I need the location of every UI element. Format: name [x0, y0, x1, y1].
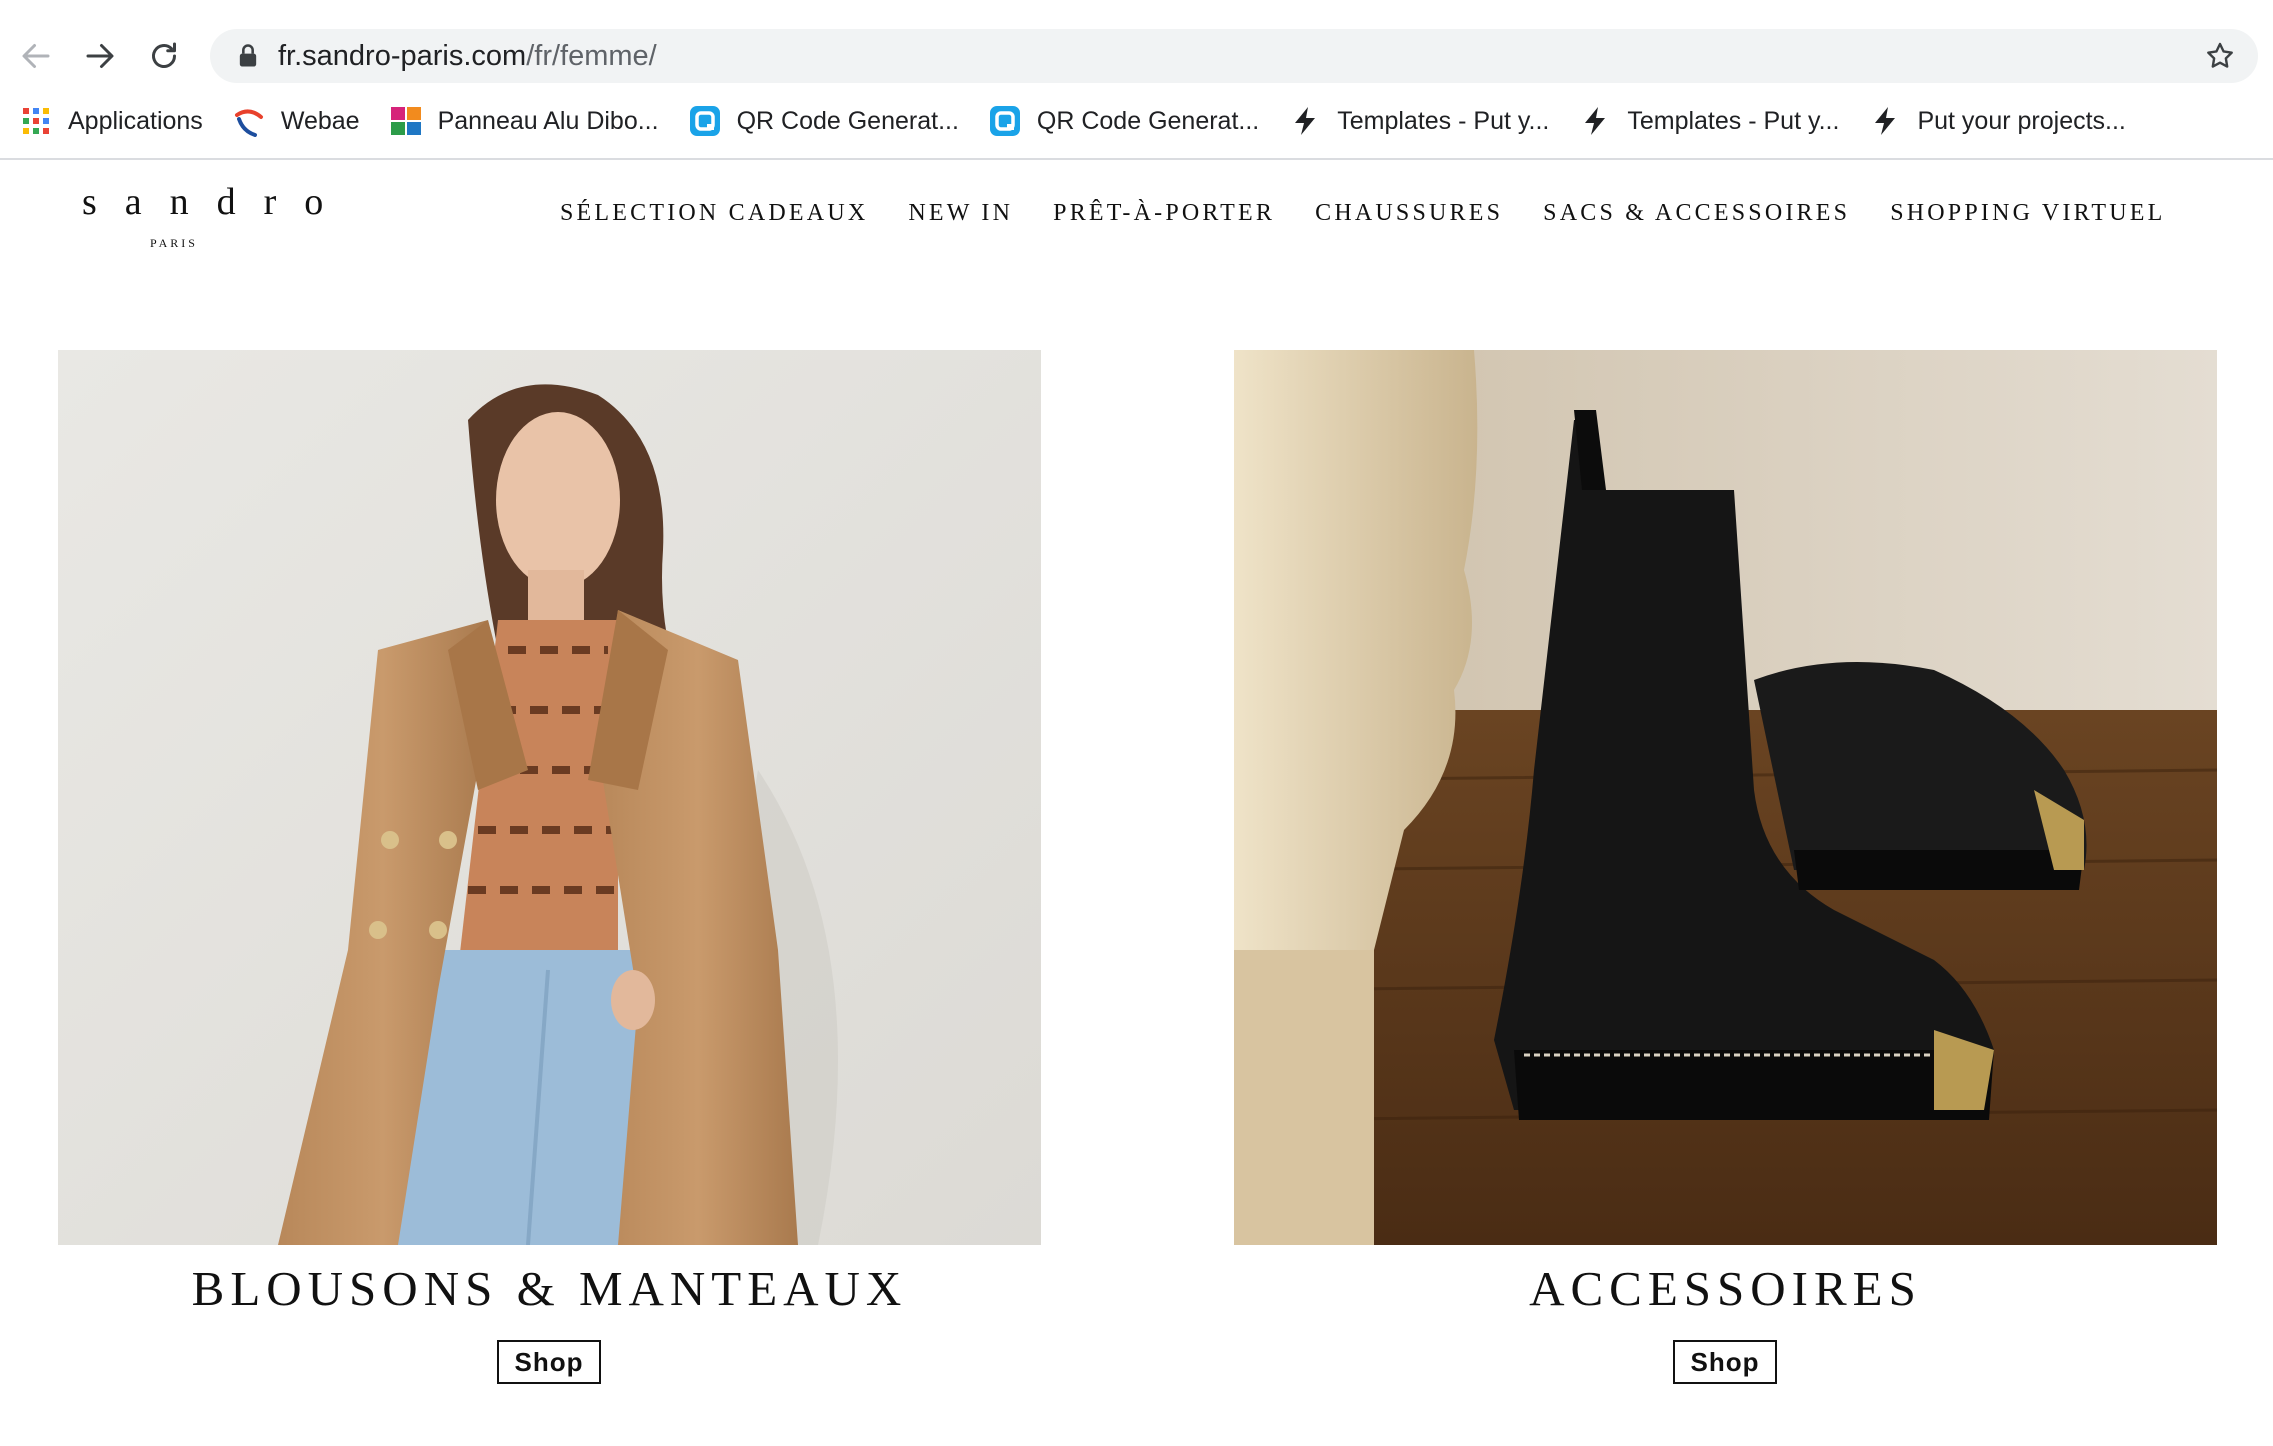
bookmark-panneau-alu[interactable]: Panneau Alu Dibo...	[390, 98, 659, 144]
bookmark-put-your-projects[interactable]: Put your projects...	[1869, 98, 2126, 144]
browser-chrome: fr.sandro-paris.com/fr/femme/ Applicatio…	[0, 0, 2273, 160]
bookmark-label: QR Code Generat...	[1036, 106, 1260, 135]
site-logo[interactable]: sandro PARIS	[54, 180, 352, 251]
menu-item-pret-a-porter[interactable]: PRÊT-À-PORTER	[1053, 200, 1275, 227]
bolt-icon	[1869, 105, 1901, 137]
bookmark-label: Panneau Alu Dibo...	[437, 106, 659, 135]
arrow-right-icon	[86, 44, 114, 68]
qr-code-icon	[989, 105, 1021, 137]
logo-wordmark: sandro	[82, 181, 352, 223]
url-domain: fr.sandro-paris.com	[278, 40, 527, 72]
menu-item-new-in[interactable]: NEW IN	[908, 200, 1013, 227]
back-button[interactable]	[14, 34, 58, 78]
qr-code-icon	[689, 105, 721, 137]
reload-button[interactable]	[142, 34, 186, 78]
bookmark-label: QR Code Generat...	[736, 106, 959, 135]
tile-title-blousons-manteaux[interactable]: BLOUSONS & MANTEAUX	[58, 1260, 1041, 1317]
reload-icon	[152, 42, 176, 68]
boutipub-icon	[390, 105, 422, 137]
bolt-icon	[1579, 105, 1611, 137]
bookmark-qr-code-2[interactable]: QR Code Generat...	[989, 98, 1259, 144]
bookmark-star-icon[interactable]	[2204, 40, 2236, 72]
bookmark-label: Templates - Put y...	[1337, 106, 1550, 135]
apps-grid-icon	[20, 105, 52, 137]
shop-button-blousons-manteaux[interactable]: Shop	[497, 1340, 601, 1384]
bookmark-label: Templates - Put y...	[1627, 106, 1840, 135]
bookmark-templates-2[interactable]: Templates - Put y...	[1579, 98, 1839, 144]
woman-in-camel-coat-photo[interactable]	[58, 350, 1041, 1245]
bookmark-templates-1[interactable]: Templates - Put y...	[1289, 98, 1549, 144]
black-chelsea-boots-photo[interactable]	[1234, 350, 2217, 1245]
logo-subtitle: PARIS	[150, 236, 198, 250]
webae-icon	[233, 105, 265, 137]
arrow-left-icon	[22, 44, 50, 68]
bookmark-label: Applications	[68, 106, 203, 135]
address-bar[interactable]: fr.sandro-paris.com/fr/femme/	[210, 29, 2258, 83]
menu-item-chaussures[interactable]: CHAUSSURES	[1315, 200, 1503, 227]
tile-title-accessoires[interactable]: ACCESSOIRES	[1234, 1260, 2217, 1317]
bookmark-applications[interactable]: Applications	[20, 98, 203, 144]
bookmark-label: Put your projects...	[1917, 106, 2126, 135]
menu-item-shopping-virtuel[interactable]: SHOPPING VIRTUEL	[1890, 200, 2165, 227]
bookmark-qr-code-1[interactable]: QR Code Generat...	[689, 98, 959, 144]
url-path: /fr/femme/	[526, 40, 657, 72]
main-menu: SÉLECTION CADEAUX NEW IN PRÊT-À-PORTER C…	[560, 200, 2166, 227]
forward-button[interactable]	[78, 34, 122, 78]
lock-icon	[239, 44, 257, 67]
menu-item-sacs-accessoires[interactable]: SACS & ACCESSOIRES	[1543, 200, 1850, 227]
bookmarks-bar: Applications Webae Panneau Alu Dibo... Q…	[20, 98, 2156, 144]
bookmark-label: Webae	[280, 106, 360, 135]
url-text[interactable]: fr.sandro-paris.com/fr/femme/	[278, 39, 657, 73]
bookmark-webae[interactable]: Webae	[233, 98, 360, 144]
menu-item-selection-cadeaux[interactable]: SÉLECTION CADEAUX	[560, 200, 868, 227]
shop-button-accessoires[interactable]: Shop	[1673, 1340, 1777, 1384]
bolt-icon	[1289, 105, 1321, 137]
